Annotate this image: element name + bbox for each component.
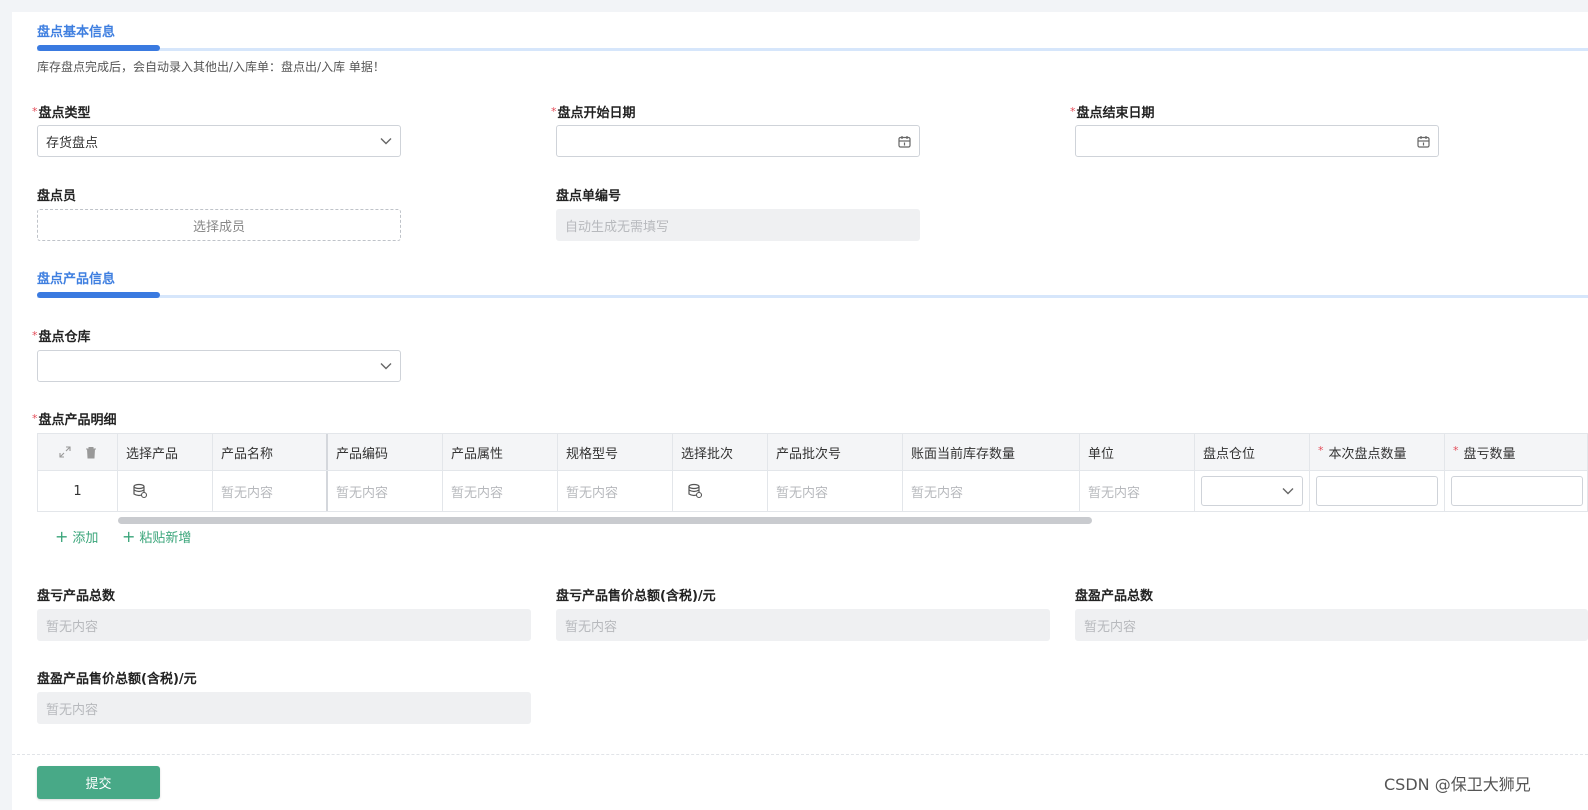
product-detail-table: 选择产品 产品名称 产品编码 产品属性 规格型号 选择批次 产品批次号 账面当前… bbox=[37, 433, 1588, 512]
table-row: 1 暂无内容 暂无内容 暂无内容 暂无内容 暂无内容 暂无内容 暂无内容 bbox=[38, 471, 1587, 511]
section-bar-product bbox=[37, 295, 1588, 298]
cell-loss-qty bbox=[1445, 471, 1587, 511]
trash-icon[interactable] bbox=[85, 446, 97, 459]
footer-divider bbox=[12, 754, 1588, 755]
header-select-batch: 选择批次 bbox=[673, 434, 768, 470]
cell-spec-model: 暂无内容 bbox=[558, 471, 673, 511]
header-product-code: 产品编码 bbox=[328, 434, 443, 470]
label-start-date: *盘点开始日期 bbox=[551, 105, 636, 121]
header-location: 盘点仓位 bbox=[1195, 434, 1310, 470]
chevron-down-icon bbox=[380, 362, 392, 370]
section-bar-basic-active bbox=[37, 45, 160, 51]
header-product-attr: 产品属性 bbox=[443, 434, 558, 470]
section-title-product: 盘点产品信息 bbox=[37, 272, 116, 287]
header-select-product: 选择产品 bbox=[118, 434, 213, 470]
label-loss-amount: 盘亏产品售价总额(含税)/元 bbox=[556, 589, 716, 604]
paste-add-button[interactable]: + 粘贴新增 bbox=[122, 527, 191, 546]
cell-book-stock: 暂无内容 bbox=[903, 471, 1080, 511]
inventory-count-form: 盘点基本信息 库存盘点完成后，会自动录入其他出/入库单：盘点出/入库 单据！ *… bbox=[12, 12, 1588, 810]
section-title-basic: 盘点基本信息 bbox=[37, 25, 116, 40]
count-qty-input[interactable] bbox=[1316, 476, 1438, 506]
cell-location bbox=[1195, 471, 1310, 511]
start-date-picker[interactable] bbox=[556, 125, 920, 157]
cell-product-attr: 暂无内容 bbox=[443, 471, 558, 511]
label-end-date: *盘点结束日期 bbox=[1070, 105, 1155, 121]
table-header-row: 选择产品 产品名称 产品编码 产品属性 规格型号 选择批次 产品批次号 账面当前… bbox=[38, 434, 1587, 471]
label-order-no: 盘点单编号 bbox=[556, 189, 622, 204]
select-batch-cell[interactable] bbox=[673, 471, 768, 511]
plus-icon: + bbox=[55, 526, 69, 546]
table-horizontal-scrollbar[interactable] bbox=[118, 517, 1092, 524]
header-batch-no: 产品批次号 bbox=[768, 434, 903, 470]
label-gain-count: 盘盈产品总数 bbox=[1075, 589, 1154, 604]
cell-batch-no: 暂无内容 bbox=[768, 471, 903, 511]
end-date-picker[interactable] bbox=[1075, 125, 1439, 157]
chevron-down-icon bbox=[380, 137, 392, 145]
header-spec-model: 规格型号 bbox=[558, 434, 673, 470]
plus-icon: + bbox=[122, 526, 136, 546]
gain-count-field: 暂无内容 bbox=[1075, 609, 1588, 641]
label-warehouse: *盘点仓库 bbox=[32, 329, 91, 345]
header-book-stock: 账面当前库存数量 bbox=[903, 434, 1080, 470]
row-index: 1 bbox=[38, 471, 118, 511]
submit-button[interactable]: 提交 bbox=[37, 766, 160, 799]
gain-amount-field: 暂无内容 bbox=[37, 692, 531, 724]
header-tools bbox=[38, 434, 118, 470]
section-hint: 库存盘点完成后，会自动录入其他出/入库单：盘点出/入库 单据！ bbox=[37, 60, 385, 74]
cell-unit: 暂无内容 bbox=[1080, 471, 1195, 511]
label-counter: 盘点员 bbox=[37, 189, 77, 204]
header-product-name: 产品名称 bbox=[213, 434, 328, 470]
label-count-type: *盘点类型 bbox=[32, 105, 91, 121]
label-gain-amount: 盘盈产品售价总额(含税)/元 bbox=[37, 672, 197, 687]
expand-icon[interactable] bbox=[58, 446, 71, 458]
select-member-button[interactable]: 选择成员 bbox=[37, 209, 401, 241]
chevron-down-icon bbox=[1282, 487, 1294, 495]
cell-count-qty bbox=[1310, 471, 1445, 511]
database-icon[interactable] bbox=[132, 483, 148, 499]
database-icon[interactable] bbox=[687, 483, 703, 499]
label-product-detail: *盘点产品明细 bbox=[32, 412, 117, 428]
warehouse-select[interactable] bbox=[37, 350, 401, 382]
loss-amount-field: 暂无内容 bbox=[556, 609, 1050, 641]
count-type-select[interactable]: 存货盘点 bbox=[37, 125, 401, 157]
order-no-field: 自动生成无需填写 bbox=[556, 209, 920, 241]
location-select[interactable] bbox=[1201, 476, 1303, 506]
label-loss-count: 盘亏产品总数 bbox=[37, 589, 116, 604]
calendar-icon bbox=[1417, 135, 1430, 148]
section-bar-basic bbox=[37, 48, 1588, 51]
loss-count-field: 暂无内容 bbox=[37, 609, 531, 641]
add-row-button[interactable]: + 添加 bbox=[55, 527, 98, 546]
header-count-qty: * 本次盘点数量 bbox=[1310, 434, 1445, 470]
cell-product-code: 暂无内容 bbox=[328, 471, 443, 511]
watermark: CSDN @保卫大狮兄 bbox=[1384, 775, 1531, 794]
calendar-icon bbox=[898, 135, 911, 148]
section-bar-product-active bbox=[37, 292, 160, 298]
cell-product-name: 暂无内容 bbox=[213, 471, 328, 511]
header-unit: 单位 bbox=[1080, 434, 1195, 470]
select-product-cell[interactable] bbox=[118, 471, 213, 511]
header-loss-qty: * 盘亏数量 bbox=[1453, 443, 1516, 462]
loss-qty-input[interactable] bbox=[1451, 476, 1583, 506]
